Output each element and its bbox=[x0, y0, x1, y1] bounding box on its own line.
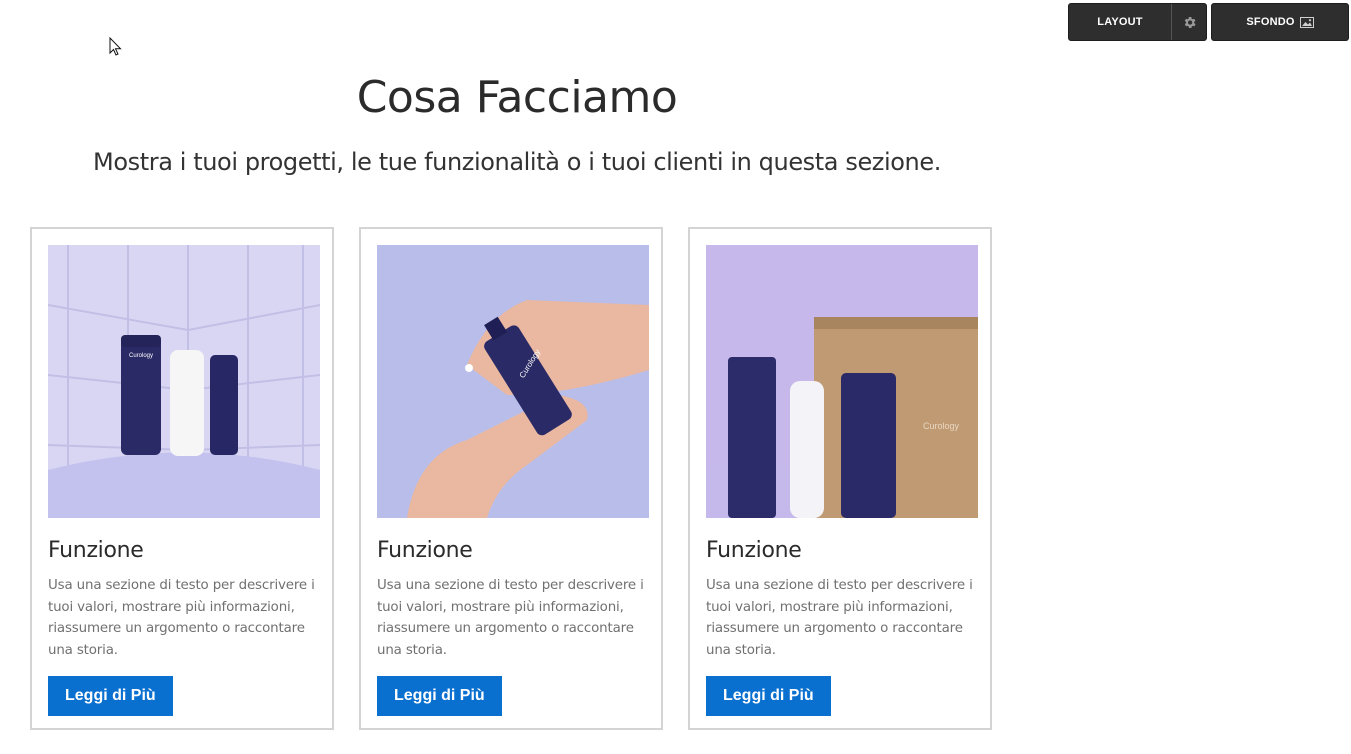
section-title: Cosa Facciamo bbox=[356, 72, 678, 123]
card-title: Funzione bbox=[377, 538, 473, 563]
read-more-button[interactable]: Leggi di Più bbox=[377, 676, 502, 716]
brand-text: Curology bbox=[129, 353, 153, 359]
editor-toolbar: LAYOUT SFONDO bbox=[1068, 3, 1349, 41]
product-photo-box: Curology bbox=[706, 245, 978, 518]
layout-button[interactable]: LAYOUT bbox=[1069, 4, 1172, 40]
mouse-cursor-icon bbox=[109, 37, 122, 56]
background-button[interactable]: SFONDO bbox=[1212, 4, 1348, 40]
gear-icon bbox=[1184, 16, 1196, 28]
settings-button[interactable] bbox=[1172, 4, 1206, 40]
feature-cards: Curology Funzione Usa una sezione di tes… bbox=[30, 227, 992, 730]
background-button-label: SFONDO bbox=[1246, 16, 1295, 28]
card-title: Funzione bbox=[48, 538, 144, 563]
read-more-button[interactable]: Leggi di Più bbox=[706, 676, 831, 716]
image-icon bbox=[1299, 16, 1314, 28]
product-photo-bathroom: Curology bbox=[48, 245, 320, 518]
layout-control: LAYOUT bbox=[1068, 3, 1207, 41]
card-description: Usa una sezione di testo per descrivere … bbox=[48, 578, 315, 658]
card-description: Usa una sezione di testo per descrivere … bbox=[706, 578, 973, 658]
background-control: SFONDO bbox=[1211, 3, 1349, 41]
feature-card: Curology Funzione Usa una sezione di tes… bbox=[30, 227, 334, 730]
card-title: Funzione bbox=[706, 538, 802, 563]
feature-card: Curology Funzione Usa una sezione di tes… bbox=[688, 227, 992, 730]
product-photo-hands: Curology bbox=[377, 245, 649, 518]
card-description: Usa una sezione di testo per descrivere … bbox=[377, 578, 644, 658]
feature-card: Curology Funzione Usa una sezione di tes… bbox=[359, 227, 663, 730]
read-more-button[interactable]: Leggi di Più bbox=[48, 676, 173, 716]
section-subtitle: Mostra i tuoi progetti, le tue funzional… bbox=[93, 148, 941, 176]
brand-text: Curology bbox=[923, 421, 960, 431]
